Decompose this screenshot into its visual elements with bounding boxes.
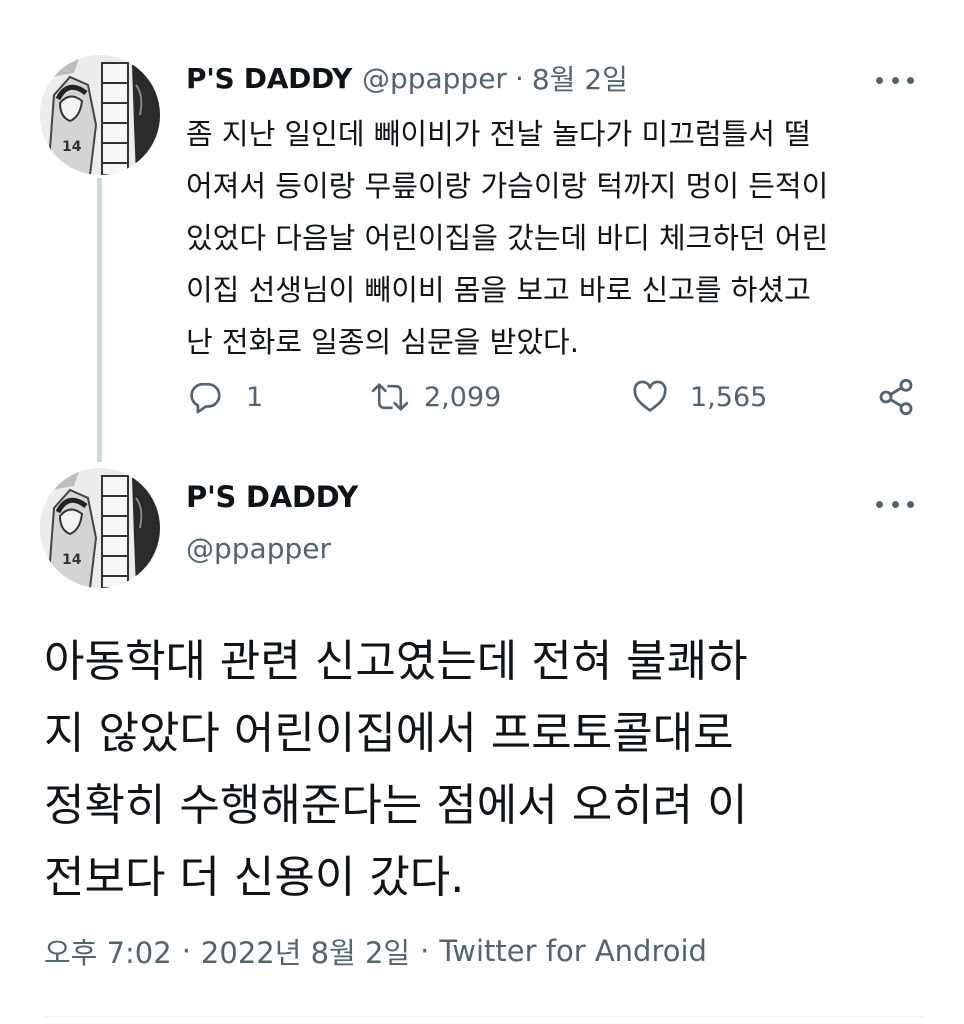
tweet-text-line: 아동학대 관련 신고였는데 전혀 불쾌하 [44, 636, 748, 687]
tweet-metadata: 오후 7:02 · 2022년 8월 2일 · Twitter for Andr… [44, 930, 707, 972]
avatar-image: 14 [40, 55, 160, 175]
tweet-text-line: 전보다 더 신용이 갔다. [44, 852, 465, 903]
tweet-text-line: 어져서 등이랑 무릎이랑 가슴이랑 턱까지 멍이 든적이 [186, 169, 829, 203]
tweet-text-line: 지 않았다 어린이집에서 프로토콜대로 [44, 708, 734, 759]
svg-text:14: 14 [62, 139, 82, 155]
user-handle[interactable]: @ppapper [362, 62, 507, 95]
avatar-image: 14 [40, 468, 160, 588]
tweet-header: P'S DADDY @ppapper · 8월 2일 [186, 58, 628, 98]
retweet-icon [371, 383, 409, 411]
reply-count: 1 [246, 381, 264, 413]
tweet-text: 좀 지난 일인데 빼이비가 전날 놀다가 미끄럼틀서 떨 어져서 등이랑 무릎이… [186, 108, 926, 368]
tweet-text-line: 정확히 수행해준다는 점에서 오히려 이 [44, 780, 748, 831]
tweet-date[interactable]: 8월 2일 [532, 58, 628, 98]
tweet-source[interactable]: Twitter for Android [439, 934, 707, 968]
thread-connector-line [97, 178, 102, 462]
more-horizontal-icon[interactable] [876, 70, 914, 90]
tweet-text-line: 난 전화로 일종의 심문을 받았다. [186, 325, 579, 359]
reply-icon [190, 382, 221, 414]
tweet-time[interactable]: 오후 7:02 [44, 930, 172, 972]
meta-separator: · [181, 934, 191, 968]
avatar[interactable]: 14 [40, 55, 160, 175]
meta-separator: · [420, 934, 430, 968]
tweet-text-line: 있었다 다음날 어린이집을 갔는데 바디 체크하던 어린 [186, 221, 829, 255]
tweet-action-bar: 1 2,099 1,565 [186, 372, 926, 422]
svg-text:14: 14 [62, 552, 82, 568]
share-button[interactable] [876, 372, 916, 422]
divider [44, 1016, 924, 1017]
heart-icon [633, 380, 667, 412]
tweet-full-date[interactable]: 2022년 8월 2일 [201, 930, 410, 972]
avatar[interactable]: 14 [40, 468, 160, 588]
tweet-text-line: 이집 선생님이 빼이비 몸을 보고 바로 신고를 하셨고 [186, 273, 811, 307]
user-handle[interactable]: @ppapper [186, 532, 331, 565]
retweet-count: 2,099 [424, 381, 502, 413]
share-icon [879, 378, 913, 416]
like-button[interactable]: 1,565 [630, 372, 767, 422]
tweet-text: 아동학대 관련 신고였는데 전혀 불쾌하 지 않았다 어린이집에서 프로토콜대로… [44, 626, 924, 914]
display-name[interactable]: P'S DADDY [186, 480, 358, 514]
header-separator: · [514, 61, 524, 95]
display-name[interactable]: P'S DADDY [186, 62, 352, 95]
reply-button[interactable]: 1 [186, 372, 263, 422]
retweet-button[interactable]: 2,099 [370, 372, 501, 422]
tweet-text-line: 좀 지난 일인데 빼이비가 전날 놀다가 미끄럼틀서 떨 [186, 117, 811, 151]
more-horizontal-icon[interactable] [876, 494, 914, 514]
like-count: 1,565 [690, 381, 768, 413]
